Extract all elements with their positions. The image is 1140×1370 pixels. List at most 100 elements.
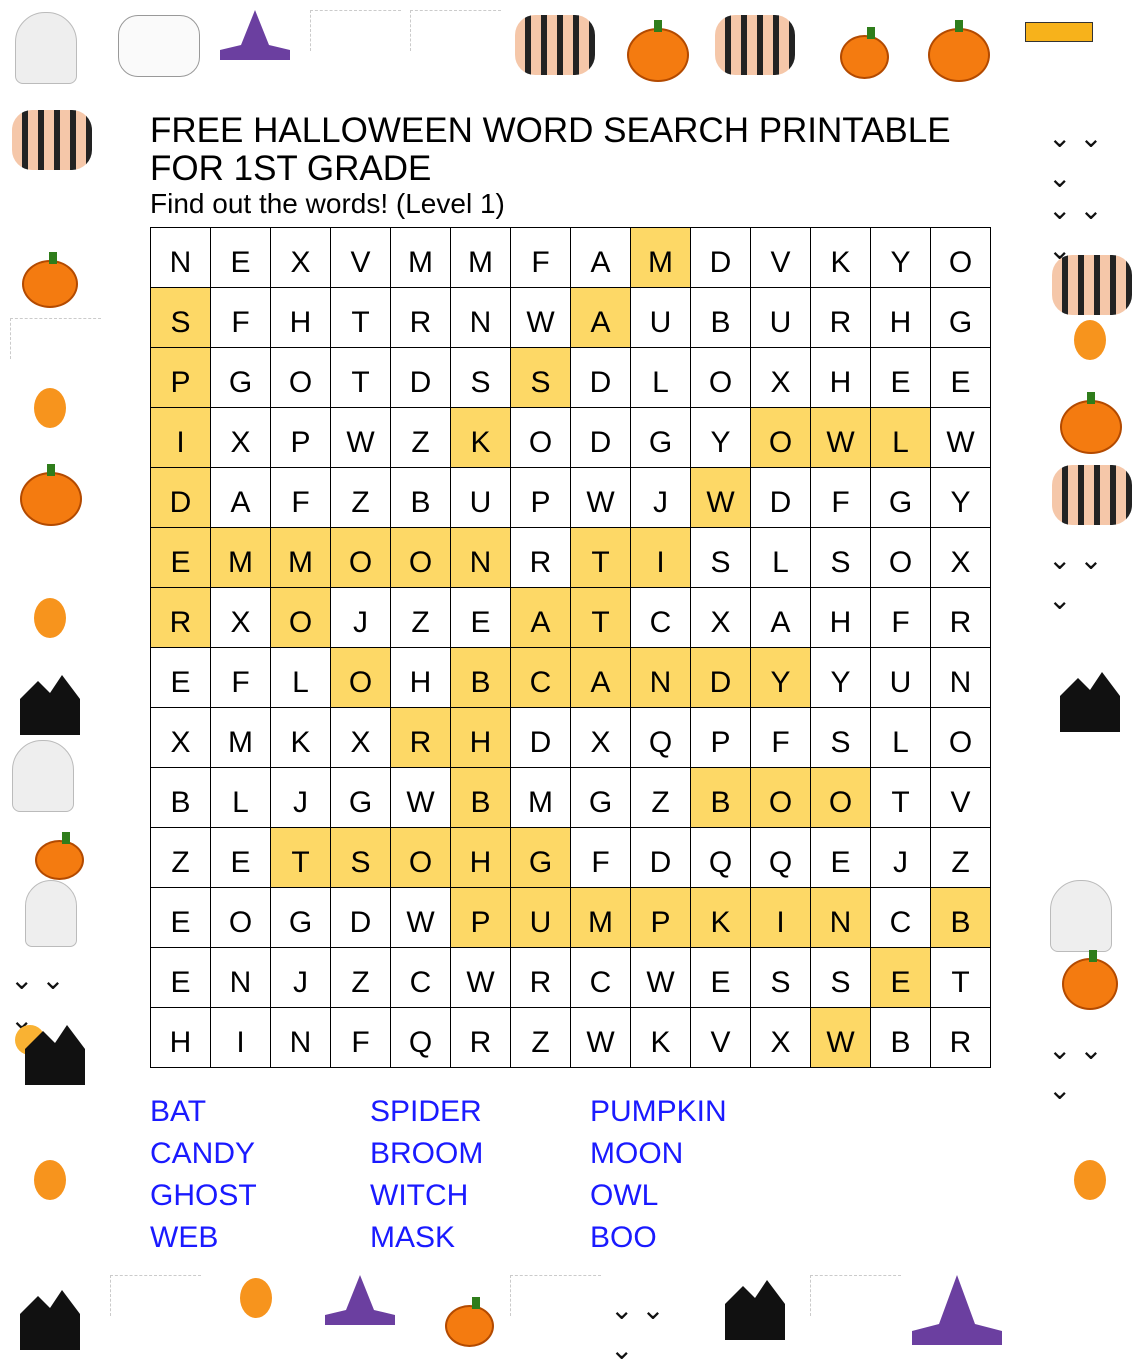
spider-web-icon	[510, 1275, 601, 1316]
grid-cell: Z	[931, 828, 991, 888]
word-search-grid: NEXVMMFAMDVKYOSFHTRNWAUBURHGPGOTDSSDLOXH…	[150, 227, 991, 1068]
grid-cell: M	[391, 228, 451, 288]
grid-cell: Y	[931, 468, 991, 528]
grid-cell: O	[871, 528, 931, 588]
grid-cell: H	[451, 828, 511, 888]
pumpkin-icon	[35, 832, 84, 880]
grid-cell: T	[271, 828, 331, 888]
grid-cell: Q	[751, 828, 811, 888]
grid-cell: D	[631, 828, 691, 888]
grid-cell: B	[391, 468, 451, 528]
grid-cell: G	[211, 348, 271, 408]
grid-cell: R	[391, 708, 451, 768]
spider-web-icon	[10, 318, 101, 359]
trick-or-treat-balloon-icon	[1074, 320, 1106, 360]
grid-cell: Y	[811, 648, 871, 708]
word-list-item: BAT	[150, 1095, 207, 1128]
grid-cell: A	[211, 468, 271, 528]
grid-cell: I	[631, 528, 691, 588]
mummy-cat-icon	[1052, 465, 1132, 525]
grid-cell: N	[811, 888, 871, 948]
grid-cell: W	[571, 1008, 631, 1068]
grid-cell: X	[751, 1008, 811, 1068]
haunted-house-icon	[725, 1280, 785, 1340]
grid-cell: B	[691, 288, 751, 348]
grid-cell: D	[571, 408, 631, 468]
grid-cell: N	[451, 288, 511, 348]
grid-cell: H	[271, 288, 331, 348]
word-list-item: BOO	[590, 1221, 657, 1254]
grid-cell: Y	[751, 648, 811, 708]
grid-cell: O	[211, 888, 271, 948]
grid-cell: J	[331, 588, 391, 648]
trick-or-treat-balloon-icon	[34, 388, 66, 428]
grid-cell: D	[331, 888, 391, 948]
grid-cell: S	[331, 828, 391, 888]
grid-cell: X	[331, 708, 391, 768]
grid-cell: U	[631, 288, 691, 348]
grid-cell: V	[691, 1008, 751, 1068]
ghost-icon	[12, 740, 74, 812]
grid-cell: P	[271, 408, 331, 468]
grid-cell: J	[271, 768, 331, 828]
grid-cell: N	[451, 528, 511, 588]
grid-cell: T	[931, 948, 991, 1008]
grid-cell: P	[691, 708, 751, 768]
grid-cell: D	[571, 348, 631, 408]
grid-cell: Q	[631, 708, 691, 768]
trick-or-treat-bucket-icon	[1060, 392, 1122, 454]
grid-cell: L	[211, 768, 271, 828]
grid-cell: O	[391, 828, 451, 888]
grid-cell: B	[931, 888, 991, 948]
bats-icon: ⌄ ⌄ ⌄	[1048, 194, 1103, 265]
word-list-item: WITCH	[370, 1179, 469, 1212]
spider-web-icon	[810, 1275, 901, 1316]
grid-cell: G	[871, 468, 931, 528]
grid-cell: U	[871, 648, 931, 708]
grid-cell: F	[571, 828, 631, 888]
grid-cell: X	[691, 588, 751, 648]
grid-cell: F	[511, 228, 571, 288]
grid-cell: G	[271, 888, 331, 948]
grid-cell: D	[151, 468, 211, 528]
grid-cell: F	[211, 288, 271, 348]
grid-cell: M	[211, 528, 271, 588]
bats-icon: ⌄ ⌄ ⌄	[10, 964, 65, 1035]
grid-cell: N	[631, 648, 691, 708]
grid-cell: F	[811, 468, 871, 528]
grid-cell: O	[751, 768, 811, 828]
grid-cell: M	[211, 708, 271, 768]
grid-cell: Y	[691, 408, 751, 468]
word-list-item: MASK	[370, 1221, 456, 1254]
haunted-house-icon	[1060, 672, 1120, 732]
grid-cell: L	[871, 408, 931, 468]
grid-cell: Z	[331, 948, 391, 1008]
page-title: FREE HALLOWEEN WORD SEARCH PRINTABLE FOR…	[150, 111, 951, 188]
grid-cell: D	[691, 228, 751, 288]
grid-cell: W	[331, 408, 391, 468]
grid-cell: C	[631, 588, 691, 648]
grid-cell: R	[511, 528, 571, 588]
grid-cell: R	[151, 588, 211, 648]
grid-cell: K	[451, 408, 511, 468]
grid-cell: M	[631, 228, 691, 288]
grid-cell: W	[451, 948, 511, 1008]
grid-cell: A	[511, 588, 571, 648]
grid-cell: P	[451, 888, 511, 948]
grid-cell: P	[151, 348, 211, 408]
grid-cell: E	[691, 948, 751, 1008]
grid-cell: T	[331, 348, 391, 408]
grid-cell: Z	[391, 408, 451, 468]
word-list-item: MOON	[590, 1137, 684, 1170]
grid-cell: K	[811, 228, 871, 288]
grid-cell: W	[691, 468, 751, 528]
word-list-item: SPIDER	[370, 1095, 482, 1128]
grid-cell: R	[451, 1008, 511, 1068]
grid-cell: H	[151, 1008, 211, 1068]
grid-cell: A	[571, 228, 631, 288]
witch-hat-icon	[220, 10, 290, 60]
haunted-house-icon	[20, 675, 80, 735]
bats-icon: ⌄ ⌄ ⌄	[1048, 122, 1103, 193]
grid-cell: Z	[511, 1008, 571, 1068]
grid-cell: G	[931, 288, 991, 348]
